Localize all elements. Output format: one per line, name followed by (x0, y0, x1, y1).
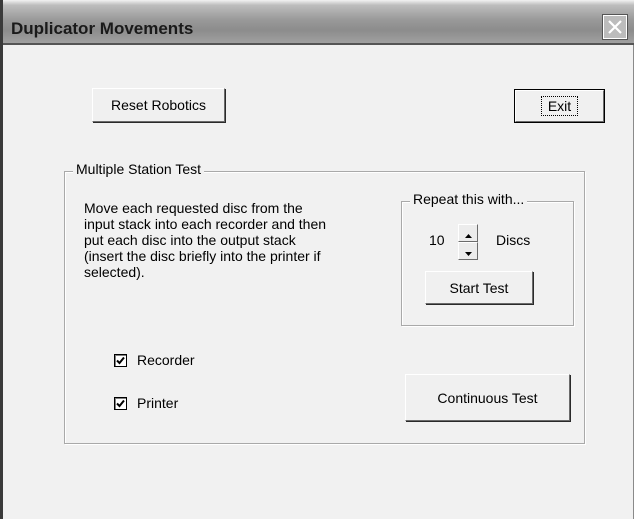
exit-label: Exit (540, 96, 579, 116)
continuous-test-label: Continuous Test (437, 389, 538, 406)
reset-robotics-label: Reset Robotics (111, 97, 206, 113)
arrow-up-icon (464, 225, 472, 241)
stepper-down-button[interactable] (458, 242, 478, 260)
multiple-station-test-label: Multiple Station Test (73, 161, 205, 177)
continuous-test-button[interactable]: Continuous Test (405, 374, 570, 421)
reset-robotics-button[interactable]: Reset Robotics (92, 88, 225, 122)
recorder-checkbox-box[interactable] (114, 352, 127, 368)
arrow-down-icon (464, 243, 472, 259)
description-line: selected). (84, 264, 145, 280)
printer-checkbox[interactable]: Printer (114, 395, 178, 411)
test-description: Move each requested disc from the input … (84, 200, 384, 280)
exit-button[interactable]: Exit (514, 89, 605, 123)
checkmark-icon (116, 352, 125, 368)
stepper-up-button[interactable] (458, 224, 478, 242)
description-line: put each disc into the output stack (84, 232, 296, 248)
recorder-label: Recorder (137, 352, 195, 368)
checkmark-icon (116, 395, 125, 411)
repeat-label: Repeat this with... (410, 191, 528, 207)
dialog-window: Duplicator Movements Reset Robotics Exit… (0, 0, 634, 519)
start-test-button[interactable]: Start Test (425, 271, 533, 304)
close-button[interactable] (602, 14, 628, 40)
window-title: Duplicator Movements (11, 19, 194, 38)
description-line: (insert the disc briefly into the printe… (84, 248, 321, 264)
title-bar[interactable]: Duplicator Movements (3, 0, 634, 45)
printer-checkbox-box[interactable] (114, 395, 127, 411)
start-test-label: Start Test (449, 279, 509, 296)
repeat-group (401, 201, 574, 326)
description-line: Move each requested disc from the (84, 200, 303, 216)
disc-count-stepper[interactable] (458, 224, 478, 260)
recorder-checkbox[interactable]: Recorder (114, 352, 195, 368)
disc-unit-label: Discs (496, 232, 531, 248)
disc-count-value[interactable]: 10 (429, 232, 445, 248)
description-line: input stack into each recorder and then (84, 216, 327, 232)
printer-label: Printer (137, 395, 179, 411)
close-icon (607, 19, 623, 35)
